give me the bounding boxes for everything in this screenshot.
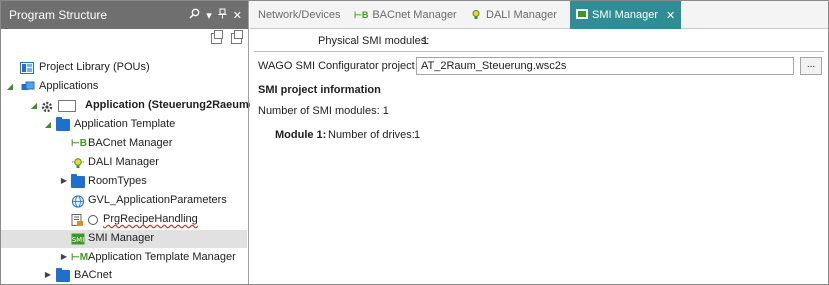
- tab-label: DALI Manager: [486, 9, 557, 21]
- tree-item-gvl[interactable]: GVL_ApplicationParameters: [1, 192, 247, 210]
- editor-area: Network/Devices ⊢B BACnet Manager DALI M…: [250, 1, 828, 284]
- template-manager-icon: ⊢M: [71, 252, 89, 263]
- globe-icon: [71, 195, 85, 208]
- applications-icon: [21, 81, 35, 93]
- status-circle-icon: [88, 215, 98, 225]
- svg-text:SMI: SMI: [72, 236, 85, 244]
- physical-modules-label: Physical SMI modules:: [318, 35, 430, 47]
- panel-header: Program Structure ▾ ✕: [1, 1, 248, 29]
- close-icon[interactable]: ✕: [233, 9, 242, 22]
- tree-item-label: Application Template: [74, 118, 176, 130]
- project-file-input[interactable]: AT_2Raum_Steuerung.wsc2s: [416, 57, 794, 75]
- tree-item-label: GVL_ApplicationParameters: [88, 194, 227, 206]
- tree-item-label: Application Template Manager: [88, 251, 236, 263]
- expanded-icon[interactable]: ◢: [5, 82, 15, 91]
- tree-item-label: RoomTypes: [88, 175, 147, 187]
- tree-item-dali-manager[interactable]: DALI Manager: [1, 154, 247, 172]
- lightbulb-icon: [71, 157, 85, 169]
- tree-item-bacnet[interactable]: ▶ BACnet: [1, 267, 247, 285]
- tree-item-label: Application (Steuerung2Raeume): [85, 99, 259, 111]
- folder-icon: [56, 117, 70, 131]
- program-structure-panel: Program Structure ▾ ✕ Project Library (P…: [1, 1, 259, 285]
- expand-all-icon[interactable]: [231, 30, 243, 44]
- panel-toolbar: [1, 29, 248, 49]
- panel-title: Program Structure: [9, 8, 108, 22]
- tree-item-application[interactable]: ◢ Application (Steuerung2Raeume): [1, 97, 259, 115]
- tab-label: BACnet Manager: [372, 9, 457, 21]
- tree-item-label: PrgRecipeHandling: [103, 213, 198, 225]
- module-label: Module 1:: [275, 129, 327, 141]
- drives-label: Number of drives:: [328, 129, 415, 141]
- drives-value: 1: [414, 129, 421, 141]
- tree-item-prgrecipehandling[interactable]: PrgRecipeHandling: [1, 211, 247, 229]
- tree-item-smi-manager[interactable]: SMI SMI Manager: [1, 230, 247, 248]
- expanded-icon[interactable]: ◢: [43, 120, 53, 129]
- bacnet-icon: ⊢B: [71, 138, 87, 149]
- bacnet-icon: ⊢B: [354, 9, 369, 20]
- tree-item-applications[interactable]: ◢ Applications: [1, 78, 247, 96]
- folder-icon: [71, 174, 85, 188]
- tree-item-application-template-manager[interactable]: ▶ ⊢M Application Template Manager: [1, 249, 247, 267]
- smi-icon: [576, 9, 588, 21]
- tree-item-project-library[interactable]: Project Library (POUs): [1, 59, 247, 77]
- collapsed-icon[interactable]: ▶: [43, 270, 53, 279]
- expanded-icon[interactable]: ◢: [29, 101, 39, 110]
- section-title: SMI project information: [258, 84, 381, 96]
- dropdown-icon[interactable]: ▾: [206, 9, 212, 22]
- tree-item-application-template[interactable]: ◢ Application Template: [1, 116, 247, 134]
- application-checkbox[interactable]: [58, 100, 76, 112]
- program-icon: [71, 214, 85, 226]
- lightbulb-icon: [470, 9, 482, 22]
- folder-icon: [56, 268, 70, 282]
- pin-icon[interactable]: [218, 8, 227, 22]
- browse-button[interactable]: ...: [800, 57, 822, 75]
- tree-item-label: BACnet Manager: [88, 137, 173, 149]
- tab-dali-manager[interactable]: DALI Manager: [470, 1, 557, 29]
- collapsed-icon[interactable]: ▶: [59, 176, 69, 185]
- project-file-label: WAGO SMI Configurator project file:: [258, 60, 435, 72]
- search-icon[interactable]: [189, 8, 200, 22]
- separator: [254, 51, 824, 52]
- close-icon[interactable]: ✕: [666, 9, 675, 22]
- module-count: Number of SMI modules: 1: [258, 105, 389, 117]
- tab-bacnet-manager[interactable]: ⊢B BACnet Manager: [354, 1, 457, 29]
- tree-item-label: Applications: [39, 80, 99, 92]
- tree-item-label: SMI Manager: [88, 232, 155, 244]
- collapse-all-icon[interactable]: [211, 30, 223, 44]
- tab-label: Network/Devices: [258, 9, 341, 21]
- gear-icon: [40, 100, 54, 113]
- tab-bar: Network/Devices ⊢B BACnet Manager DALI M…: [250, 1, 828, 29]
- library-icon: [20, 62, 34, 74]
- tab-label: SMI Manager: [592, 9, 659, 21]
- collapsed-icon[interactable]: ▶: [59, 252, 69, 261]
- tree-item-roomtypes[interactable]: ▶ RoomTypes: [1, 173, 247, 191]
- smi-icon: SMI: [71, 233, 85, 245]
- smi-manager-content: Physical SMI modules: 1 WAGO SMI Configu…: [250, 30, 828, 284]
- tab-network-devices[interactable]: Network/Devices: [258, 1, 341, 29]
- tree-item-bacnet-manager[interactable]: ⊢B BACnet Manager: [1, 135, 247, 153]
- tree-item-label: BACnet: [74, 269, 112, 281]
- tree-item-label: DALI Manager: [88, 156, 159, 168]
- physical-modules-value: 1: [422, 35, 429, 47]
- tree-item-label: Project Library (POUs): [39, 61, 150, 73]
- tab-smi-manager[interactable]: SMI Manager ✕: [570, 1, 682, 29]
